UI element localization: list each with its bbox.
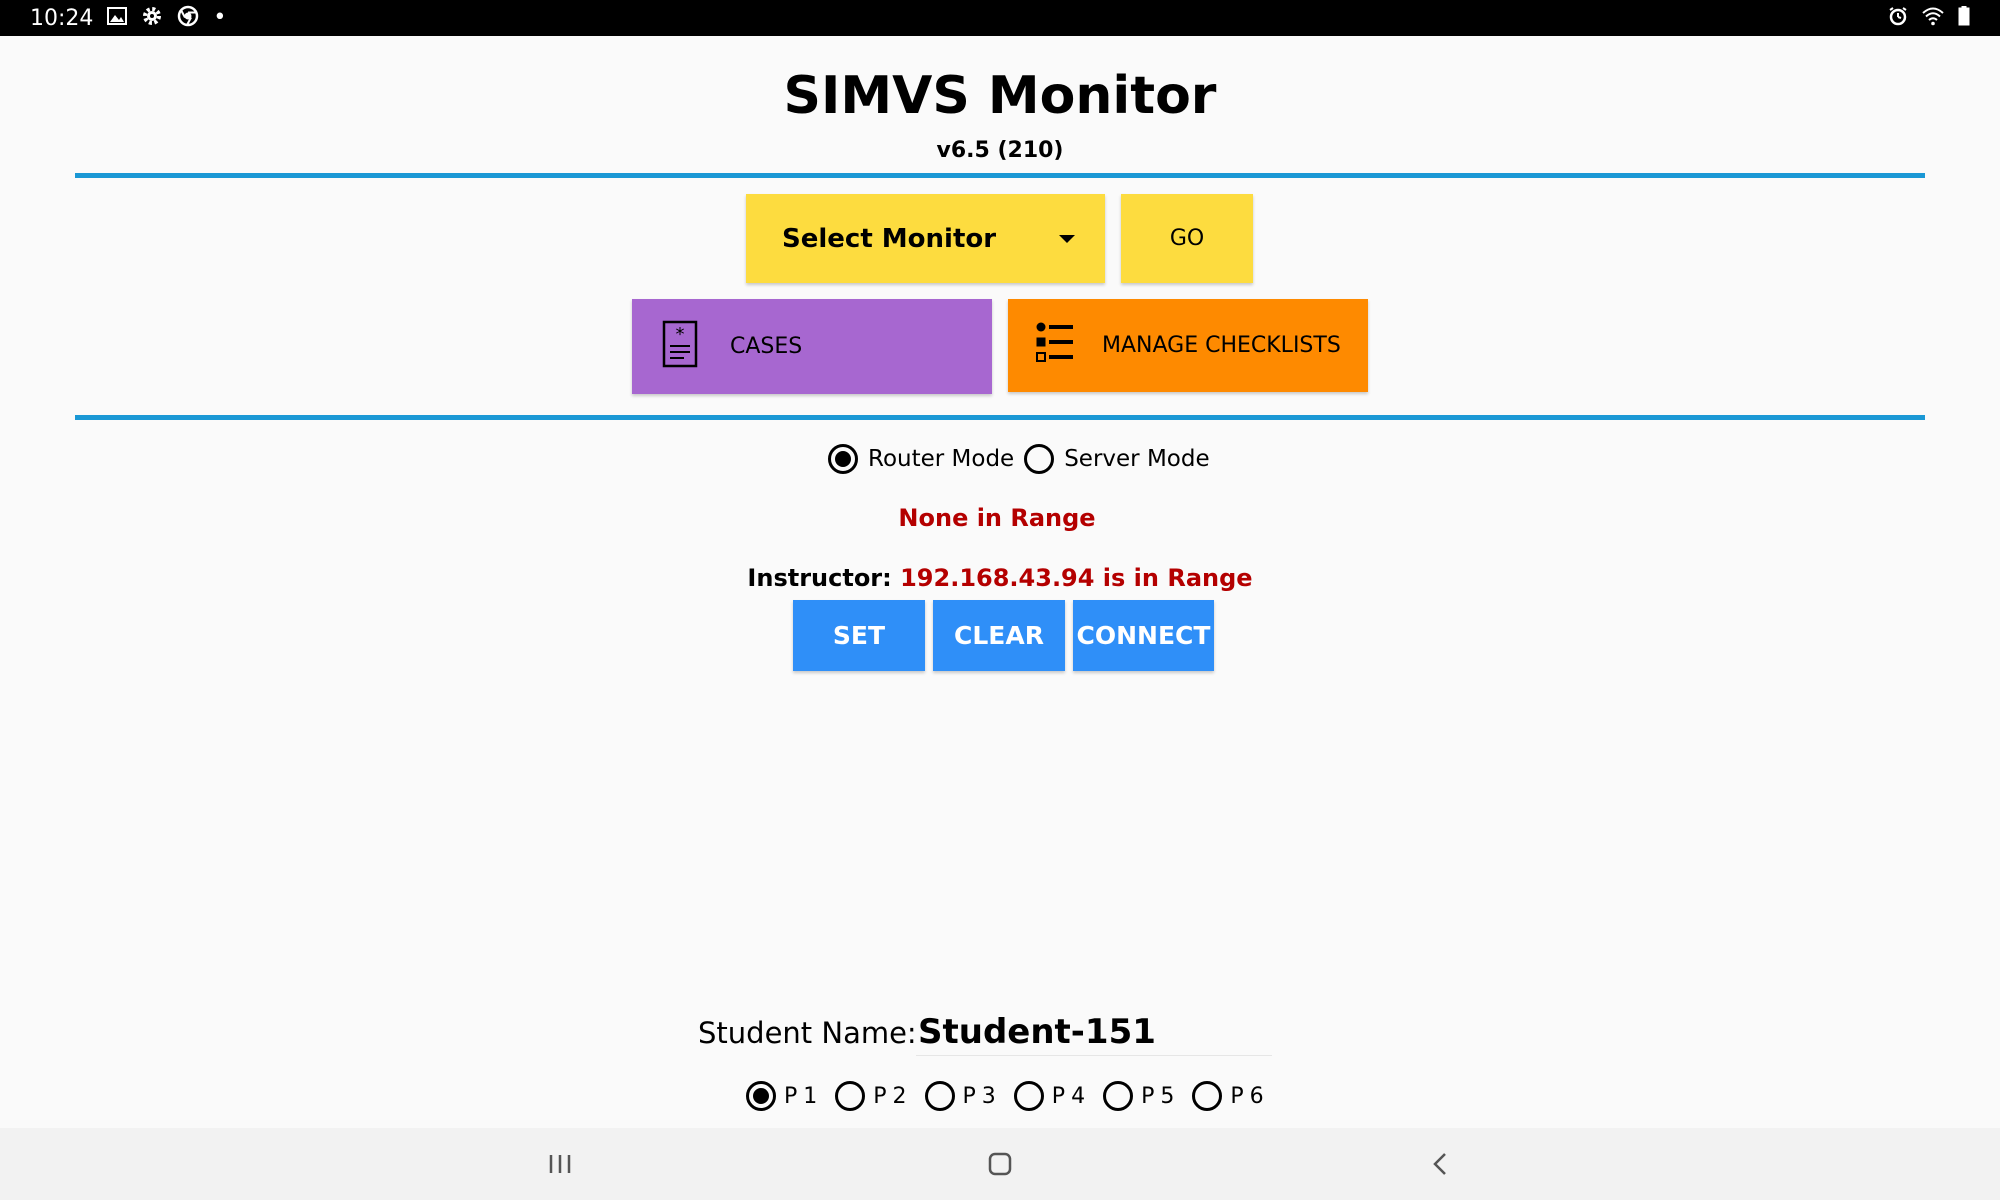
alarm-icon: [1888, 6, 1908, 30]
dot-icon: •: [213, 5, 227, 30]
checklist-icon: [1036, 322, 1074, 370]
svg-text:*: *: [676, 324, 685, 345]
instructor-value: 192.168.43.94 is in Range: [900, 564, 1253, 592]
status-time: 10:24: [30, 5, 94, 31]
router-mode-radio[interactable]: Router Mode: [828, 444, 1024, 474]
top-divider: [75, 173, 1925, 178]
select-monitor-dropdown[interactable]: Select Monitor: [746, 194, 1105, 283]
instructor-line: Instructor: 192.168.43.94 is in Range: [0, 564, 2000, 592]
wifi-icon: [1922, 6, 1944, 30]
radio-unchecked-icon: [924, 1081, 955, 1111]
radio-checked-icon: [828, 444, 858, 474]
middle-divider: [75, 415, 1925, 420]
chrome-icon: [177, 5, 199, 31]
navigation-bar: [0, 1128, 2000, 1200]
student-name-label: Student Name:: [698, 1016, 917, 1050]
home-icon: [988, 1152, 1012, 1176]
server-mode-radio[interactable]: Server Mode: [1024, 444, 1219, 474]
battery-icon: [1958, 6, 1970, 30]
back-icon: [1433, 1153, 1446, 1175]
home-button[interactable]: [970, 1142, 1030, 1186]
go-button[interactable]: GO: [1121, 194, 1253, 283]
recent-apps-button[interactable]: [530, 1142, 590, 1186]
radio-unchecked-icon: [1192, 1081, 1223, 1111]
p3-radio[interactable]: P3: [924, 1081, 1014, 1111]
document-icon: *: [662, 320, 698, 374]
range-status: None in Range: [898, 504, 1096, 532]
radio-unchecked-icon: [1013, 1081, 1044, 1111]
p1-radio[interactable]: P1: [746, 1081, 835, 1111]
cases-button[interactable]: * CASES: [632, 299, 992, 394]
radio-checked-icon: [746, 1081, 776, 1111]
cases-label: CASES: [730, 334, 803, 359]
back-button[interactable]: [1410, 1142, 1470, 1186]
p2-label: P2: [873, 1083, 913, 1109]
radio-unchecked-icon: [1024, 444, 1055, 474]
manage-checklists-label: MANAGE CHECKLISTS: [1102, 333, 1341, 358]
p6-radio[interactable]: P6: [1192, 1081, 1281, 1111]
status-bar: 10:24 •: [0, 0, 2000, 36]
status-bar-left: 10:24 •: [30, 5, 226, 31]
app-title: SIMVS Monitor: [783, 66, 1217, 126]
p5-label: P5: [1141, 1083, 1181, 1109]
chevron-down-icon: [1059, 234, 1075, 243]
p4-label: P4: [1051, 1083, 1092, 1109]
p2-radio[interactable]: P2: [835, 1081, 924, 1111]
p1-label: P1: [784, 1083, 824, 1109]
radio-unchecked-icon: [835, 1081, 866, 1111]
patient-radio-group: P1 P2 P3 P4 P5 P6: [746, 1081, 1282, 1111]
app-version: v6.5 (210): [936, 138, 1064, 163]
mode-radio-group: Router Mode Server Mode: [828, 444, 1220, 474]
connect-button[interactable]: CONNECT: [1073, 600, 1214, 671]
instructor-label: Instructor:: [747, 564, 892, 592]
p4-radio[interactable]: P4: [1013, 1081, 1103, 1111]
p5-radio[interactable]: P5: [1103, 1081, 1192, 1111]
set-button[interactable]: SET: [793, 600, 925, 671]
router-mode-label: Router Mode: [868, 446, 1015, 472]
select-monitor-label: Select Monitor: [782, 223, 997, 254]
status-bar-right: [1888, 6, 1970, 30]
radio-unchecked-icon: [1103, 1081, 1134, 1111]
p3-label: P3: [962, 1083, 1002, 1109]
manage-checklists-button[interactable]: MANAGE CHECKLISTS: [1008, 299, 1368, 392]
student-name-input[interactable]: [916, 1008, 1272, 1056]
image-icon: [107, 6, 128, 30]
gear-icon: [141, 5, 163, 31]
recent-apps-icon: [549, 1155, 571, 1173]
server-mode-label: Server Mode: [1064, 446, 1210, 472]
clear-button[interactable]: CLEAR: [933, 600, 1065, 671]
p6-label: P6: [1230, 1083, 1270, 1109]
